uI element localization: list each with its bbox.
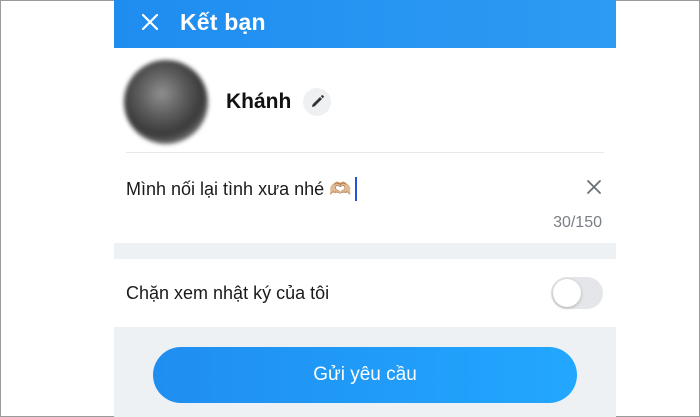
close-icon[interactable]: [584, 177, 604, 197]
block-diary-label: Chặn xem nhật ký của tôi: [126, 283, 330, 303]
message-text: Mình nối lại tình xưa nhé 🫶🏼: [126, 178, 352, 199]
header-bar: Kết bạn: [114, 0, 616, 48]
avatar: [124, 60, 208, 144]
toggle-knob: [553, 279, 581, 307]
character-counter: 30/150: [553, 214, 602, 231]
close-icon[interactable]: [138, 10, 162, 34]
block-diary-row: Chặn xem nhật ký của tôi: [114, 259, 616, 327]
block-diary-toggle[interactable]: [551, 277, 603, 309]
footer: Gửi yêu cầu: [114, 327, 616, 417]
contact-name: Khánh: [226, 90, 292, 113]
page-title: Kết bạn: [180, 9, 266, 35]
pencil-icon: [312, 95, 324, 107]
send-request-button[interactable]: Gửi yêu cầu: [153, 347, 577, 403]
edit-name-button[interactable]: [303, 88, 331, 116]
section-separator: [114, 243, 616, 259]
add-friend-screen: Kết bạn Khánh Mình nối lại tình xưa nhé …: [114, 0, 616, 417]
message-field[interactable]: Mình nối lại tình xưa nhé 🫶🏼: [126, 177, 357, 202]
message-input-area[interactable]: Mình nối lại tình xưa nhé 🫶🏼 30/150: [114, 153, 616, 243]
text-cursor: [354, 177, 357, 201]
profile-section: Khánh: [114, 48, 616, 152]
